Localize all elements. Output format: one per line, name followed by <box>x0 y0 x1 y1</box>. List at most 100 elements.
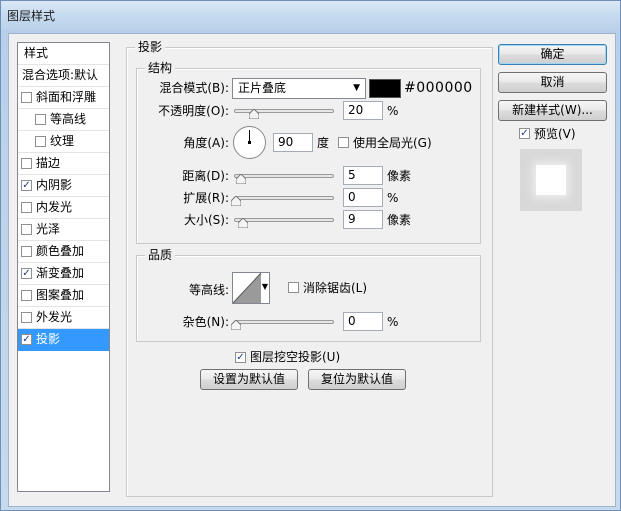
styles-list: 样式混合选项:默认斜面和浮雕等高线纹理描边 ✓ 内阴影内发光光泽颜色叠加 ✓ 渐变叠加图… <box>17 42 110 492</box>
opacity-value: 20 <box>348 103 364 117</box>
structure-group: 结构 混合模式(B): 正片叠底 ▼ #000000 不透明度(O): 20 %… <box>136 61 481 244</box>
distance-unit: 像素 <box>387 169 412 183</box>
style-list-item[interactable]: 样式 <box>18 43 109 65</box>
global-light-label: 使用全局光(G) <box>353 136 432 150</box>
style-list-item[interactable]: 等高线 <box>18 109 109 131</box>
blend-mode-select[interactable]: 正片叠底 ▼ <box>232 78 366 99</box>
antialias-label: 消除锯齿(L) <box>303 281 368 295</box>
spread-value: 0 <box>348 190 356 204</box>
noise-input[interactable]: 0 <box>343 312 383 331</box>
style-list-item[interactable]: 混合选项:默认 <box>18 65 109 87</box>
style-list-item[interactable]: ✓ 投影 <box>18 329 109 351</box>
opacity-slider-thumb[interactable] <box>249 109 259 119</box>
reset-default-button[interactable]: 复位为默认值 <box>308 369 406 390</box>
angle-input[interactable]: 90 <box>273 133 313 152</box>
spread-slider[interactable] <box>234 196 334 200</box>
style-list-label: 等高线 <box>50 112 87 126</box>
style-list-label: 斜面和浮雕 <box>36 90 97 104</box>
spread-slider-thumb[interactable] <box>231 196 241 206</box>
style-list-item[interactable]: 斜面和浮雕 <box>18 87 109 109</box>
size-input[interactable]: 9 <box>343 210 383 229</box>
angle-dial[interactable] <box>233 126 266 159</box>
quality-group: 品质 等高线: ▼ 消除锯齿(L) 杂色(N): 0 % <box>136 248 481 342</box>
style-list-item[interactable]: 描边 <box>18 153 109 175</box>
window-title: 图层样式 <box>7 9 56 23</box>
style-list-item[interactable]: ✓ 渐变叠加 <box>18 263 109 285</box>
layer-style-dialog: 图层样式 样式混合选项:默认斜面和浮雕等高线纹理描边 ✓ 内阴影内发光光泽颜色叠加 ✓… <box>0 0 621 511</box>
preview-label: 预览(V) <box>534 127 576 141</box>
new-style-button[interactable]: 新建样式(W)... <box>498 100 607 121</box>
style-list-label: 颜色叠加 <box>36 244 85 258</box>
style-list-label: 描边 <box>36 156 61 170</box>
noise-slider[interactable] <box>234 320 334 324</box>
knockout-checkbox[interactable]: ✓ <box>235 352 246 363</box>
style-list-label: 纹理 <box>50 134 75 148</box>
style-list-checkbox[interactable]: ✓ <box>21 334 32 345</box>
style-list-item[interactable]: 内发光 <box>18 197 109 219</box>
style-list-checkbox[interactable] <box>35 114 46 125</box>
spread-input[interactable]: 0 <box>343 188 383 207</box>
style-list-checkbox[interactable] <box>21 202 32 213</box>
structure-group-title: 结构 <box>145 61 176 75</box>
antialias-checkbox[interactable] <box>288 282 299 293</box>
distance-slider-thumb[interactable] <box>236 174 246 184</box>
opacity-input[interactable]: 20 <box>343 101 383 120</box>
distance-label: 距离(D): <box>182 169 229 183</box>
make-default-button[interactable]: 设置为默认值 <box>200 369 298 390</box>
shadow-color-swatch[interactable] <box>369 79 401 98</box>
style-list-checkbox[interactable]: ✓ <box>21 180 32 191</box>
style-list-label: 图案叠加 <box>36 288 85 302</box>
global-light-checkbox[interactable] <box>338 137 349 148</box>
style-preview-thumbnail <box>520 149 582 211</box>
title-bar[interactable]: 图层样式 <box>1 1 620 29</box>
spread-label: 扩展(R): <box>183 191 229 205</box>
style-list-item[interactable]: 颜色叠加 <box>18 241 109 263</box>
chevron-down-icon: ▼ <box>353 83 360 93</box>
style-list-item[interactable]: 纹理 <box>18 131 109 153</box>
style-list-checkbox[interactable] <box>21 246 32 257</box>
style-list-label: 混合选项:默认 <box>22 68 99 82</box>
size-label: 大小(S): <box>183 213 229 227</box>
preview-checkbox[interactable]: ✓ <box>519 128 530 139</box>
angle-dial-center <box>248 141 251 144</box>
reset-default-label: 复位为默认值 <box>320 372 393 386</box>
style-list-checkbox[interactable]: ✓ <box>21 268 32 279</box>
style-list-item[interactable]: ✓ 内阴影 <box>18 175 109 197</box>
ok-button[interactable]: 确定 <box>498 44 607 65</box>
style-list-checkbox[interactable] <box>21 312 32 323</box>
distance-value: 5 <box>348 168 356 182</box>
distance-slider[interactable] <box>234 174 334 178</box>
blend-mode-value: 正片叠底 <box>238 81 287 95</box>
contour-chevron-down-icon: ▼ <box>261 282 268 291</box>
style-list-checkbox[interactable] <box>21 92 32 103</box>
style-list-checkbox[interactable] <box>35 136 46 147</box>
size-value: 9 <box>348 212 356 226</box>
style-list-checkbox[interactable] <box>21 290 32 301</box>
distance-input[interactable]: 5 <box>343 166 383 185</box>
style-list-label: 样式 <box>24 46 49 60</box>
make-default-label: 设置为默认值 <box>212 372 285 386</box>
size-slider-thumb[interactable] <box>238 218 248 228</box>
dialog-body: 样式混合选项:默认斜面和浮雕等高线纹理描边 ✓ 内阴影内发光光泽颜色叠加 ✓ 渐变叠加图… <box>8 33 616 507</box>
noise-slider-thumb[interactable] <box>231 320 241 330</box>
contour-picker[interactable]: ▼ <box>232 272 270 304</box>
ok-label: 确定 <box>540 47 565 61</box>
style-list-label: 内阴影 <box>36 178 73 192</box>
shadow-color-hex: #000000 <box>404 80 473 96</box>
contour-label: 等高线: <box>188 283 229 297</box>
angle-unit: 度 <box>317 136 330 150</box>
style-list-label: 投影 <box>36 332 61 346</box>
style-list-item[interactable]: 图案叠加 <box>18 285 109 307</box>
angle-label: 角度(A): <box>183 136 229 150</box>
new-style-label: 新建样式(W)... <box>512 103 593 117</box>
cancel-button[interactable]: 取消 <box>498 72 607 93</box>
style-list-checkbox[interactable] <box>21 224 32 235</box>
noise-label: 杂色(N): <box>182 315 229 329</box>
style-list-checkbox[interactable] <box>21 158 32 169</box>
style-list-item[interactable]: 光泽 <box>18 219 109 241</box>
style-list-label: 内发光 <box>36 200 73 214</box>
style-list-item[interactable]: 外发光 <box>18 307 109 329</box>
cancel-label: 取消 <box>540 75 565 89</box>
quality-group-title: 品质 <box>145 248 176 262</box>
size-slider[interactable] <box>234 218 334 222</box>
